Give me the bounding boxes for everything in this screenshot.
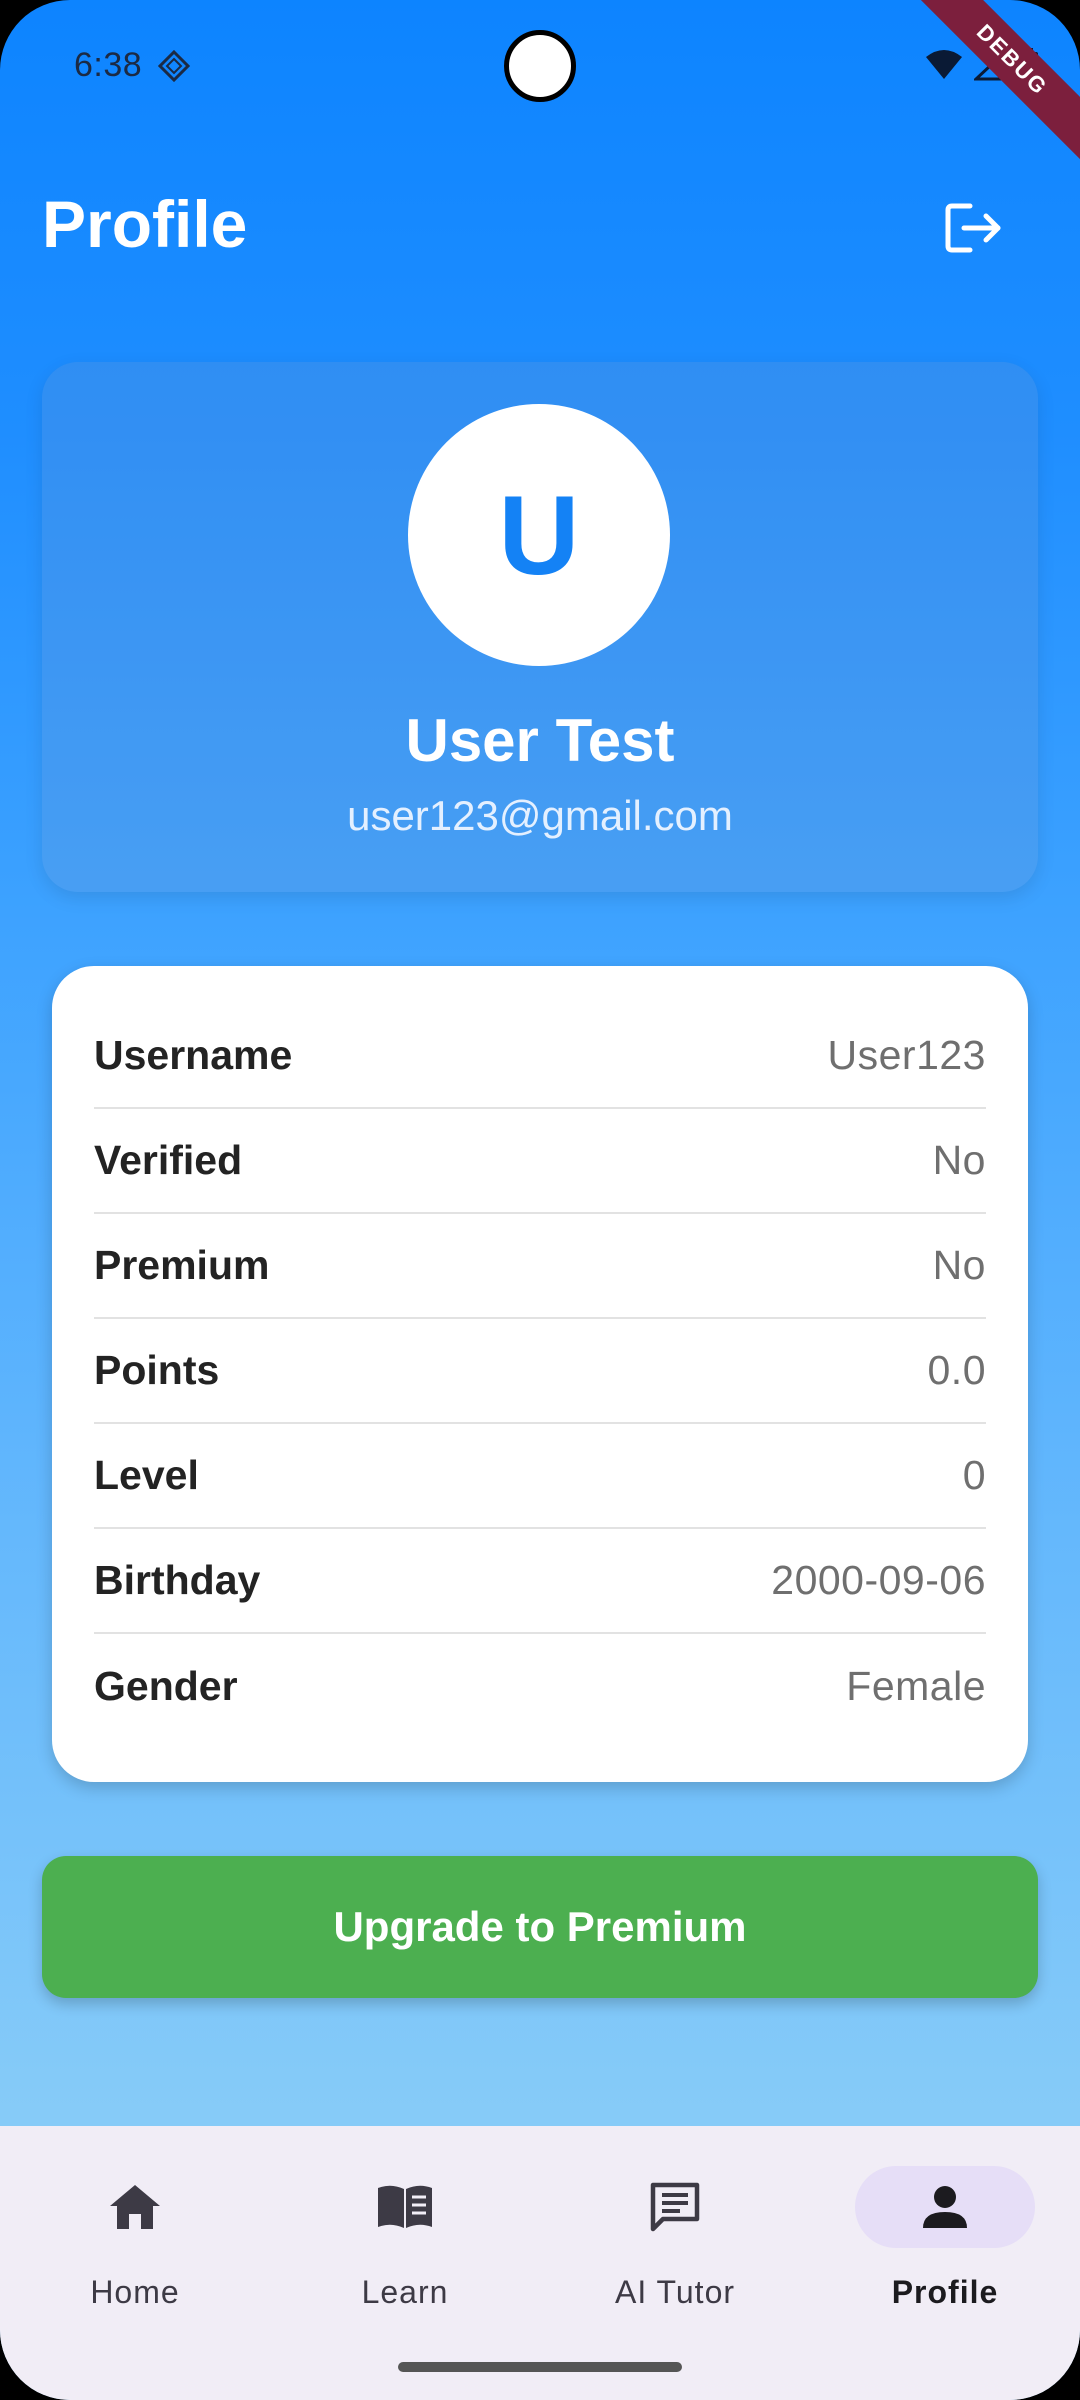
info-value: No — [932, 1137, 986, 1183]
info-value: Female — [846, 1663, 986, 1709]
info-label: Verified — [94, 1137, 243, 1183]
bottom-navigation-bar: Home Learn AI Tutor Profile — [0, 2126, 1080, 2400]
info-label: Birthday — [94, 1557, 261, 1603]
chat-icon — [650, 2182, 700, 2232]
upgrade-premium-button[interactable]: Upgrade to Premium — [42, 1856, 1038, 1998]
profile-name: User Test — [405, 707, 675, 774]
wifi-icon — [926, 50, 962, 79]
info-value: No — [932, 1242, 986, 1288]
info-row-points: Points 0.0 — [94, 1319, 986, 1424]
home-icon — [110, 2185, 160, 2229]
avatar[interactable]: U — [408, 404, 670, 666]
info-label: Username — [94, 1032, 293, 1078]
nav-pill — [45, 2166, 225, 2248]
nav-label-home: Home — [90, 2274, 180, 2310]
info-label: Level — [94, 1452, 199, 1498]
nav-item-profile[interactable]: Profile — [835, 2166, 1055, 2326]
profile-email: user123@gmail.com — [347, 792, 733, 839]
info-row-premium: Premium No — [94, 1214, 986, 1319]
avatar-initial: U — [498, 472, 580, 598]
info-label: Points — [94, 1347, 220, 1393]
info-value: 2000-09-06 — [771, 1557, 986, 1603]
info-card: Username User123 Verified No Premium No … — [52, 966, 1028, 1782]
nav-label-profile: Profile — [891, 2274, 999, 2310]
person-icon — [923, 2186, 967, 2228]
nav-pill — [315, 2166, 495, 2248]
profile-card: U User Test user123@gmail.com — [42, 362, 1038, 892]
info-value: 0 — [962, 1452, 986, 1498]
info-value: User123 — [827, 1032, 986, 1078]
info-row-verified: Verified No — [94, 1109, 986, 1214]
info-label: Premium — [94, 1242, 270, 1288]
camera-cutout — [504, 30, 576, 102]
info-row-username: Username User123 — [94, 1004, 986, 1109]
info-row-level: Level 0 — [94, 1424, 986, 1529]
nav-label-ai-tutor: AI Tutor — [614, 2274, 736, 2310]
logout-icon — [945, 203, 1001, 253]
status-time: 6:38 — [74, 46, 143, 84]
nav-label-learn: Learn — [361, 2274, 449, 2310]
status-bar: 6:38 DEBUG — [0, 0, 1080, 168]
book-icon — [378, 2185, 432, 2228]
logout-button[interactable] — [930, 190, 1020, 266]
nav-pill — [585, 2166, 765, 2248]
page-title: Profile — [42, 187, 248, 261]
home-indicator[interactable] — [398, 2362, 682, 2372]
nav-pill-active — [855, 2166, 1035, 2248]
info-row-birthday: Birthday 2000-09-06 — [94, 1529, 986, 1634]
info-label: Gender — [94, 1663, 238, 1709]
nav-item-home[interactable]: Home — [25, 2166, 245, 2326]
info-value: 0.0 — [927, 1347, 986, 1393]
nav-item-learn[interactable]: Learn — [295, 2166, 515, 2326]
info-row-gender: Gender Female — [94, 1634, 986, 1739]
debug-banner: DEBUG — [904, 0, 1080, 168]
location-diamond-icon — [158, 50, 190, 82]
nav-item-ai-tutor[interactable]: AI Tutor — [565, 2166, 785, 2326]
app-screen: 6:38 DEBUG Profile U User Test user123@g… — [0, 0, 1080, 2400]
